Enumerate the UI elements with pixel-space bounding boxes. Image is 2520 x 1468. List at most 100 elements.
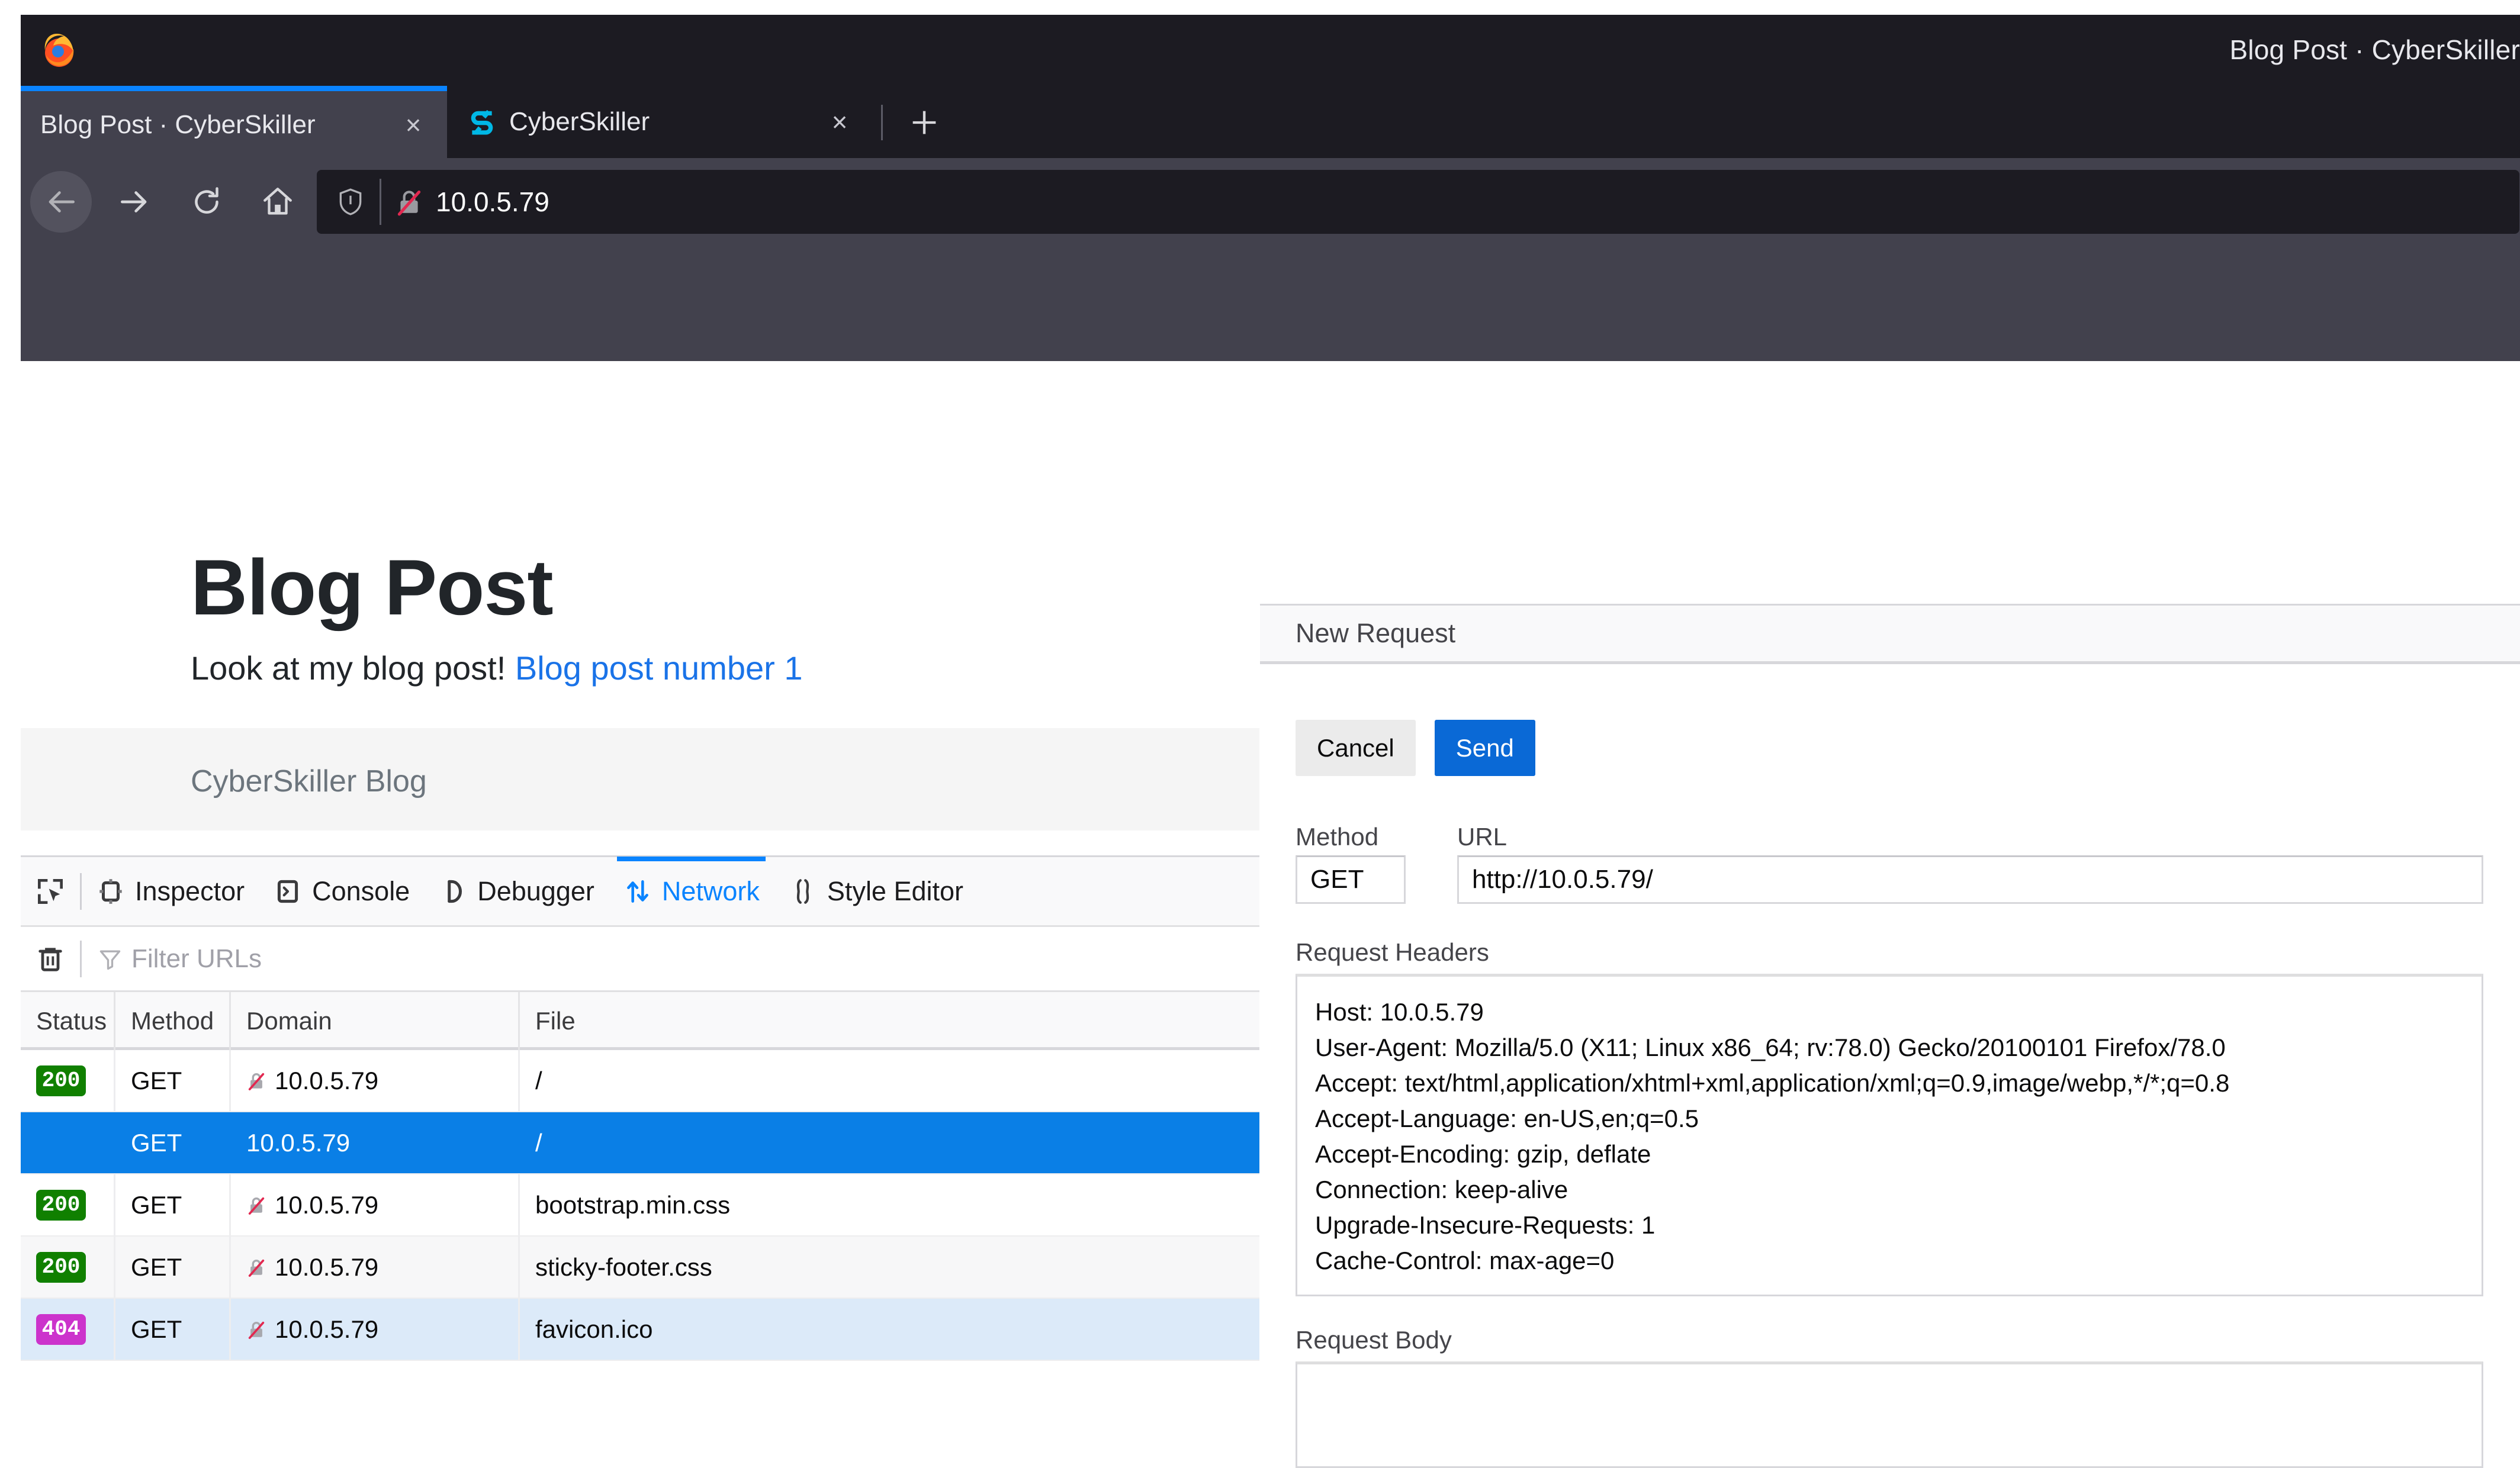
status-badge: 404 — [36, 1314, 86, 1345]
window-title: Blog Post · CyberSkiller — [2229, 34, 2520, 66]
devtools-filter-bar: Filter URLs — [21, 927, 1259, 992]
domain-text: 10.0.5.79 — [275, 1315, 378, 1344]
column-header-method[interactable]: Method — [115, 992, 231, 1050]
browser-window: Blog Post · CyberSkiller Blog Post · Cyb… — [21, 15, 2520, 361]
status-badge: 200 — [36, 1065, 86, 1096]
url-divider — [380, 179, 381, 225]
method-label: Method — [1296, 823, 1378, 851]
page-title: Blog Post — [191, 543, 553, 633]
cell-domain: 10.0.5.79 — [231, 1112, 520, 1173]
devtools-toolbar: Inspector Console Debugger — [21, 857, 1259, 927]
cell-method: GET — [115, 1174, 231, 1235]
request-body-textarea[interactable] — [1296, 1361, 2483, 1468]
cell-domain: 10.0.5.79 — [231, 1299, 520, 1360]
cell-file: favicon.ico — [520, 1299, 1259, 1360]
tab-label: Style Editor — [827, 876, 963, 907]
tab-style-editor[interactable]: Style Editor — [774, 857, 978, 926]
lead-text: Look at my blog post! — [191, 649, 515, 687]
new-tab-button[interactable] — [903, 102, 946, 143]
cell-status: 200 — [21, 1050, 115, 1111]
cell-method: GET — [115, 1237, 231, 1298]
cell-domain: 10.0.5.79 — [231, 1237, 520, 1298]
new-request-actions: Cancel Send — [1296, 720, 1535, 776]
new-request-header: New Request — [1260, 604, 2520, 664]
console-icon — [273, 877, 303, 906]
element-picker-button[interactable] — [21, 857, 80, 926]
page-lead-paragraph: Look at my blog post! Blog post number 1 — [191, 649, 802, 687]
style-editor-icon — [788, 877, 818, 906]
element-picker-icon — [34, 875, 67, 908]
tab-console[interactable]: Console — [259, 857, 424, 926]
tab-label: Debugger — [477, 876, 594, 907]
tab-label: CyberSkiller — [509, 107, 821, 137]
request-headers-label: Request Headers — [1296, 938, 1489, 967]
tab-label: Console — [312, 876, 410, 907]
funnel-icon — [97, 946, 123, 972]
devtools-panel: Inspector Console Debugger — [21, 855, 1259, 1468]
table-row-selected[interactable]: GET 10.0.5.79 / — [21, 1112, 1259, 1174]
column-header-status[interactable]: Status — [21, 992, 115, 1050]
cell-status: 404 — [21, 1299, 115, 1360]
cell-status: 200 — [21, 1237, 115, 1298]
table-row[interactable]: 200 GET 10.0.5.79 sticky-footer.css — [21, 1237, 1259, 1299]
close-icon[interactable]: × — [821, 104, 858, 140]
forward-button[interactable] — [104, 171, 165, 233]
tab-label: Inspector — [135, 876, 245, 907]
tab-inspector[interactable]: Inspector — [82, 857, 259, 926]
new-request-title: New Request — [1296, 618, 1455, 649]
back-button[interactable] — [30, 171, 92, 233]
table-row[interactable]: 200 GET 10.0.5.79 bootstrap.min.css — [21, 1174, 1259, 1237]
inspector-icon — [96, 877, 126, 906]
column-header-file[interactable]: File — [520, 992, 1259, 1050]
cyberskiller-logo-icon — [467, 107, 497, 137]
back-arrow-icon — [43, 184, 79, 220]
send-button[interactable]: Send — [1435, 720, 1535, 776]
firefox-logo-icon — [40, 31, 78, 69]
cell-method: GET — [115, 1112, 231, 1173]
reload-icon — [189, 184, 224, 220]
home-button[interactable] — [247, 171, 308, 233]
cell-file: / — [520, 1050, 1259, 1111]
cell-file: sticky-footer.css — [520, 1237, 1259, 1298]
clear-requests-button[interactable] — [21, 926, 80, 991]
navigation-toolbar: 10.0.5.79 — [21, 158, 2520, 247]
debugger-icon — [438, 877, 468, 906]
shield-icon[interactable] — [336, 186, 365, 218]
reload-button[interactable] — [176, 171, 237, 233]
tab-network[interactable]: Network — [609, 857, 774, 926]
url-text: 10.0.5.79 — [436, 186, 549, 218]
site-navbar: CyberSkiller Blog — [21, 728, 1259, 830]
lock-broken-icon — [246, 1256, 266, 1279]
network-request-table: Status Method Domain File 200 GET 10.0 — [21, 992, 1259, 1361]
network-icon — [623, 877, 652, 906]
url-input[interactable]: http://10.0.5.79/ — [1457, 855, 2483, 904]
request-body-label: Request Body — [1296, 1326, 1452, 1354]
method-input[interactable]: GET — [1296, 855, 1406, 904]
cancel-button[interactable]: Cancel — [1296, 720, 1416, 776]
url-bar[interactable]: 10.0.5.79 — [317, 170, 2519, 234]
chrome-bottom-filler — [21, 247, 2520, 361]
page-content: Blog Post Look at my blog post! Blog pos… — [21, 361, 1259, 1468]
trash-icon — [35, 944, 66, 974]
lock-broken-icon[interactable] — [394, 186, 424, 218]
browser-tab-blog-post[interactable]: Blog Post · CyberSkiller × — [21, 86, 447, 158]
blog-post-link[interactable]: Blog post number 1 — [515, 649, 803, 687]
browser-tab-cyberskiller[interactable]: CyberSkiller × — [447, 86, 873, 158]
lock-broken-icon — [246, 1194, 266, 1216]
cell-domain: 10.0.5.79 — [231, 1050, 520, 1111]
table-row[interactable]: 200 GET 10.0.5.79 / — [21, 1050, 1259, 1112]
cell-status: 200 — [21, 1174, 115, 1235]
plus-icon — [907, 105, 941, 140]
cell-method: GET — [115, 1050, 231, 1111]
column-header-domain[interactable]: Domain — [231, 992, 520, 1050]
table-row[interactable]: 404 GET 10.0.5.79 favicon.ico — [21, 1299, 1259, 1361]
site-navbar-brand[interactable]: CyberSkiller Blog — [191, 764, 427, 799]
cell-file: bootstrap.min.css — [520, 1174, 1259, 1235]
cell-domain: 10.0.5.79 — [231, 1174, 520, 1235]
close-icon[interactable]: × — [395, 107, 432, 143]
lock-broken-icon — [246, 1318, 266, 1341]
filter-urls-input[interactable]: Filter URLs — [82, 944, 1259, 974]
request-headers-textarea[interactable]: Host: 10.0.5.79 User-Agent: Mozilla/5.0 … — [1296, 974, 2483, 1296]
url-label: URL — [1457, 823, 1507, 851]
tab-debugger[interactable]: Debugger — [424, 857, 609, 926]
